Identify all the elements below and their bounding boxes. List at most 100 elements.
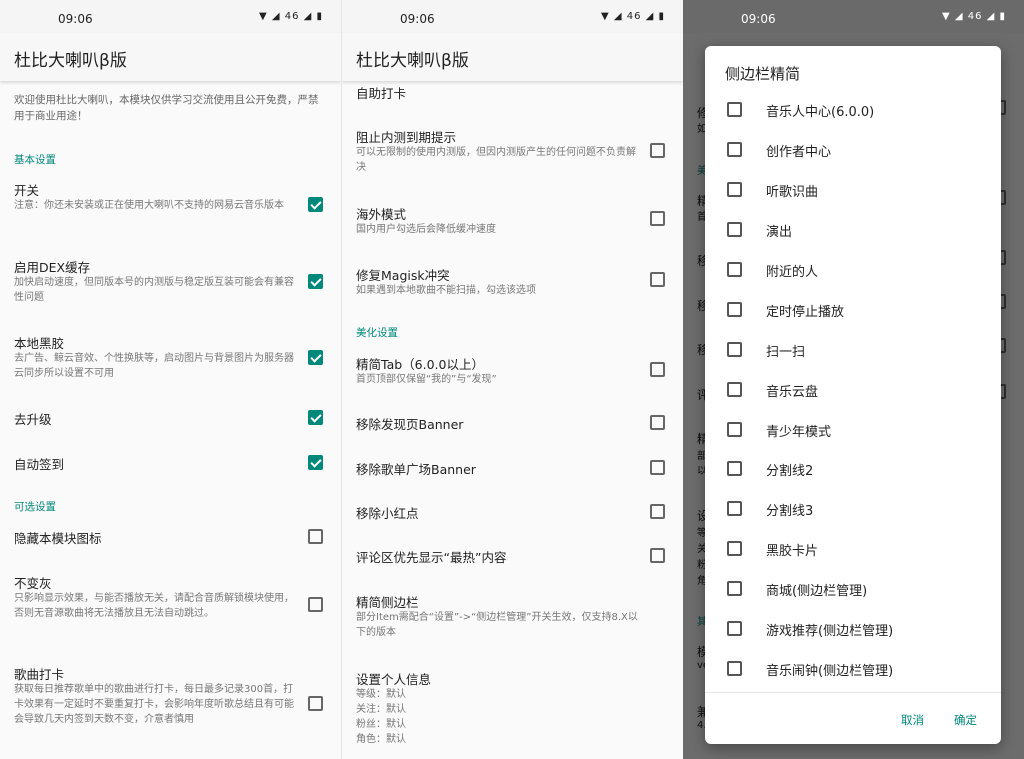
- setting-auto-signin[interactable]: 自动签到: [0, 454, 341, 474]
- checkbox-no-upgrade[interactable]: [308, 410, 323, 425]
- setting-subtitle: 可以无限制的使用内测版，但因内测版产生的任何问题不负责解决: [356, 147, 636, 173]
- option-label: 定时停止播放: [766, 305, 845, 320]
- checkbox[interactable]: [727, 182, 742, 197]
- setting-overseas-mode[interactable]: 海外模式 国内用户勾选后会降低缓冲速度: [342, 204, 683, 240]
- setting-subtitle: 加快启动速度，但同版本号的内测版与稳定版互装可能会有兼容性问题: [14, 277, 294, 303]
- profile-followers: 粉丝：默认: [356, 719, 406, 730]
- setting-remove-discover-banner[interactable]: 移除发现页Banner: [342, 414, 683, 434]
- setting-title: 移除发现页Banner: [356, 417, 464, 432]
- dialog-option-vinyl-card[interactable]: 黑胶卡片: [705, 529, 1001, 569]
- setting-toggle-switch[interactable]: 开关 注意：你还未安装或正在使用大喇叭不支持的网易云音乐版本: [0, 180, 341, 232]
- option-label: 分割线2: [766, 464, 814, 479]
- checkbox[interactable]: [727, 501, 742, 516]
- checkbox-dex-cache[interactable]: [308, 274, 323, 289]
- app-title: 杜比大喇叭β版: [356, 51, 469, 71]
- status-time: 09:06: [58, 12, 93, 26]
- checkbox-auto-signin[interactable]: [308, 455, 323, 470]
- checkbox-song-checkin[interactable]: [308, 696, 323, 711]
- checkbox[interactable]: [727, 382, 742, 397]
- setting-no-gray[interactable]: 不变灰 只影响显示效果，与能否播放无关，请配合音质解锁模块使用，否则无音源歌曲将…: [0, 573, 341, 639]
- dialog-option-shows[interactable]: 演出: [705, 210, 1001, 250]
- checkbox[interactable]: [727, 581, 742, 596]
- status-time: 09:06: [400, 12, 435, 26]
- setting-no-upgrade[interactable]: 去升级: [0, 409, 341, 429]
- checkbox-slim-tab[interactable]: [650, 362, 665, 377]
- checkbox-remove-playlist-banner[interactable]: [650, 460, 665, 475]
- option-label: 音乐云盘: [766, 385, 819, 400]
- setting-title: 不变灰: [14, 576, 52, 591]
- checkbox[interactable]: [727, 422, 742, 437]
- checkbox-remove-red-dot[interactable]: [650, 504, 665, 519]
- setting-fix-magisk[interactable]: 修复Magisk冲突 如果遇到本地歌曲不能扫描，勾选该选项: [342, 265, 683, 301]
- setting-hide-icon[interactable]: 隐藏本模块图标: [0, 528, 341, 548]
- checkbox-remove-discover-banner[interactable]: [650, 415, 665, 430]
- option-label: 创作者中心: [766, 145, 832, 160]
- setting-profile-info[interactable]: 设置个人信息 等级：默认 关注：默认 粉丝：默认 角色：默认: [342, 669, 683, 754]
- sidebar-slim-dialog: 侧边栏精简 音乐人中心(6.0.0) 创作者中心 听歌识曲 演出 附近的人 定时…: [705, 46, 1001, 744]
- setting-song-checkin[interactable]: 歌曲打卡 获取每日推荐歌单中的歌曲进行打卡，每日最多记录300首，打卡效果有一定…: [0, 664, 341, 746]
- setting-subtitle: 获取每日推荐歌单中的歌曲进行打卡，每日最多记录300首，打卡效果有一定延时不要重…: [14, 684, 294, 725]
- checkbox-local-vinyl[interactable]: [308, 350, 323, 365]
- intro-text: 欢迎使用杜比大喇叭，本模块仅供学习交流使用且公开免费，严禁用于商业用途！: [14, 94, 319, 122]
- dialog-option-sleep-timer[interactable]: 定时停止播放: [705, 290, 1001, 330]
- setting-title: 去升级: [14, 412, 52, 427]
- dialog-option-song-recognition[interactable]: 听歌识曲: [705, 170, 1001, 210]
- setting-title: 海外模式: [356, 207, 407, 222]
- setting-slim-sidebar[interactable]: 精简侧边栏 部分Item需配合“设置”->“侧边栏管理”开关生效，仅支持8.X以…: [342, 592, 683, 644]
- option-label: 游戏推荐(侧边栏管理): [766, 624, 894, 639]
- setting-title: 评论区优先显示“最热”内容: [356, 550, 507, 565]
- setting-self-checkin[interactable]: 自助打卡: [342, 83, 683, 101]
- setting-remove-red-dot[interactable]: 移除小红点: [342, 503, 683, 523]
- confirm-button[interactable]: 确定: [954, 712, 977, 728]
- dialog-option-music-alarm[interactable]: 音乐闹钟(侧边栏管理): [705, 649, 1001, 689]
- checkbox-switch[interactable]: [308, 197, 323, 212]
- dialog-option-teen-mode[interactable]: 青少年模式: [705, 410, 1001, 450]
- cancel-button[interactable]: 取消: [901, 712, 924, 728]
- setting-block-beta-expire[interactable]: 阻止内测到期提示 可以无限制的使用内测版，但因内测版产生的任何问题不负责解决: [342, 127, 683, 179]
- setting-subtitle: 去广告、鲸云音效、个性换肤等，启动图片与背景图片为服务器云同步所以设置不可用: [14, 353, 294, 379]
- dialog-option-game-recommend[interactable]: 游戏推荐(侧边栏管理): [705, 609, 1001, 649]
- setting-remove-playlist-banner[interactable]: 移除歌单广场Banner: [342, 459, 683, 479]
- checkbox[interactable]: [727, 621, 742, 636]
- setting-local-vinyl[interactable]: 本地黑胶 去广告、鲸云音效、个性换肤等，启动图片与背景图片为服务器云同步所以设置…: [0, 333, 341, 385]
- checkbox[interactable]: [727, 541, 742, 556]
- setting-title: 启用DEX缓存: [14, 260, 91, 275]
- setting-dex-cache[interactable]: 启用DEX缓存 加快启动速度，但同版本号的内测版与稳定版互装可能会有兼容性问题: [0, 257, 341, 309]
- settings-screen-2: 09:06 ▼ ◢ 46 ◢ ▮ 杜比大喇叭β版 自助打卡 阻止内测到期提示 可…: [341, 0, 683, 759]
- checkbox[interactable]: [727, 661, 742, 676]
- dialog-option-scan[interactable]: 扫一扫: [705, 330, 1001, 370]
- checkbox[interactable]: [727, 102, 742, 117]
- setting-hot-comments[interactable]: 评论区优先显示“最热”内容: [342, 547, 683, 567]
- dialog-option-nearby[interactable]: 附近的人: [705, 250, 1001, 290]
- setting-subtitle: 国内用户勾选后会降低缓冲速度: [356, 224, 496, 235]
- checkbox-overseas-mode[interactable]: [650, 211, 665, 226]
- dialog-option-musician-center[interactable]: 音乐人中心(6.0.0): [705, 90, 1001, 130]
- status-bar: 09:06 ▼ ◢ 46 ◢ ▮: [683, 0, 1024, 33]
- dialog-title: 侧边栏精简: [725, 65, 801, 83]
- setting-title: 精简侧边栏: [356, 595, 419, 610]
- checkbox[interactable]: [727, 262, 742, 277]
- checkbox[interactable]: [727, 222, 742, 237]
- checkbox-no-gray[interactable]: [308, 597, 323, 612]
- dialog-option-cloud-disk[interactable]: 音乐云盘: [705, 370, 1001, 410]
- dialog-option-store[interactable]: 商城(侧边栏管理): [705, 569, 1001, 609]
- setting-subtitle: 只影响显示效果，与能否播放无关，请配合音质解锁模块使用，否则无音源歌曲将无法播放…: [14, 593, 294, 619]
- setting-title: 修复Magisk冲突: [356, 268, 450, 283]
- setting-subtitle: 如果遇到本地歌曲不能扫描，勾选该选项: [356, 285, 536, 296]
- checkbox[interactable]: [727, 142, 742, 157]
- dialog-option-creator-center[interactable]: 创作者中心: [705, 130, 1001, 170]
- checkbox-fix-magisk[interactable]: [650, 272, 665, 287]
- setting-title: 设置个人信息: [356, 672, 432, 687]
- settings-screen-3: 09:06 ▼ ◢ 46 ◢ ▮ 修 如 美 精 首 移 移 移 评 精 部 以…: [683, 0, 1024, 759]
- status-icons: ▼ ◢ 46 ◢ ▮: [258, 11, 323, 22]
- checkbox[interactable]: [727, 461, 742, 476]
- checkbox[interactable]: [727, 342, 742, 357]
- checkbox-hide-icon[interactable]: [308, 529, 323, 544]
- setting-slim-tab[interactable]: 精简Tab（6.0.0以上） 首页顶部仅保留“我的”与“发现”: [342, 354, 683, 390]
- dialog-option-divider-3[interactable]: 分割线3: [705, 489, 1001, 529]
- checkbox-hot-comments[interactable]: [650, 548, 665, 563]
- checkbox[interactable]: [727, 302, 742, 317]
- dialog-option-divider-2[interactable]: 分割线2: [705, 449, 1001, 489]
- setting-subtitle: 部分Item需配合“设置”->“侧边栏管理”开关生效，仅支持8.X以下的版本: [356, 612, 638, 638]
- checkbox-block-beta-expire[interactable]: [650, 143, 665, 158]
